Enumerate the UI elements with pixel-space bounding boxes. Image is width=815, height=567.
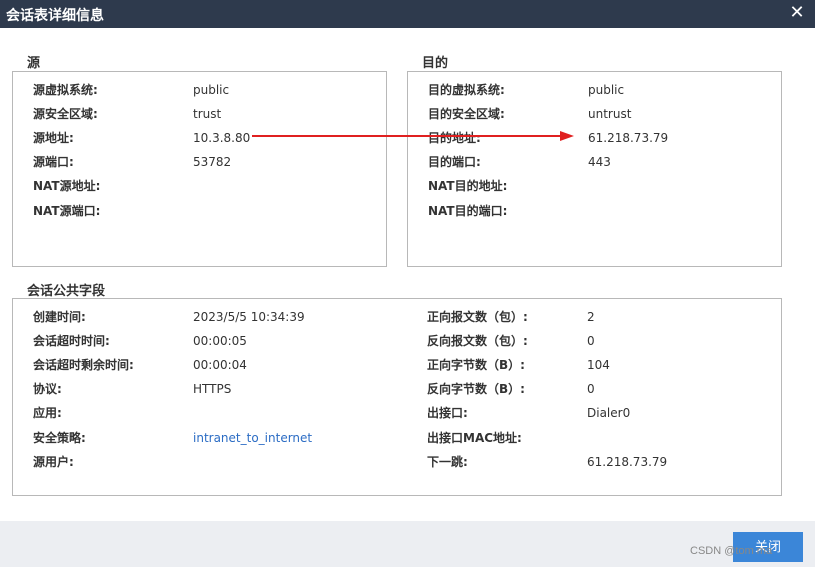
common-row-policy: 安全策略: intranet_to_internet xyxy=(33,428,413,448)
application-label: 应用: xyxy=(33,406,62,420)
common-box: 创建时间: 2023/5/5 10:34:39 会话超时时间: 00:00:05… xyxy=(12,298,782,496)
protocol-value: HTTPS xyxy=(193,382,232,396)
common-section-title: 会话公共字段 xyxy=(27,284,106,299)
timeout-label: 会话超时时间: xyxy=(33,334,110,348)
common-row-fwd-bytes: 正向字节数（B）: 104 xyxy=(427,355,767,375)
created-time-label: 创建时间: xyxy=(33,310,86,324)
reverse-packets-label: 反向报文数（包）: xyxy=(427,334,528,348)
next-hop-label: 下一跳: xyxy=(427,455,468,469)
reverse-bytes-value: 0 xyxy=(587,382,595,396)
security-policy-link[interactable]: intranet_to_internet xyxy=(193,428,312,448)
common-row-created: 创建时间: 2023/5/5 10:34:39 xyxy=(33,307,413,327)
watermark: CSDN @tom ma xyxy=(690,545,773,557)
common-row-rev-packets: 反向报文数（包）: 0 xyxy=(427,331,767,351)
timeout-remaining-value: 00:00:04 xyxy=(193,358,247,372)
common-row-next-hop: 下一跳: 61.218.73.79 xyxy=(427,452,767,472)
reverse-packets-value: 0 xyxy=(587,334,595,348)
protocol-label: 协议: xyxy=(33,382,62,396)
common-row-source-user: 源用户: xyxy=(33,452,413,472)
timeout-remaining-label: 会话超时剩余时间: xyxy=(33,358,134,372)
out-interface-mac-label: 出接口MAC地址: xyxy=(427,431,522,445)
common-row-application: 应用: xyxy=(33,403,413,423)
common-row-timeout: 会话超时时间: 00:00:05 xyxy=(33,331,413,351)
common-row-timeout-remaining: 会话超时剩余时间: 00:00:04 xyxy=(33,355,413,375)
forward-bytes-value: 104 xyxy=(587,358,610,372)
created-time-value: 2023/5/5 10:34:39 xyxy=(193,310,305,324)
common-row-rev-bytes: 反向字节数（B）: 0 xyxy=(427,379,767,399)
reverse-bytes-label: 反向字节数（B）: xyxy=(427,382,525,396)
forward-packets-value: 2 xyxy=(587,310,595,324)
common-row-fwd-packets: 正向报文数（包）: 2 xyxy=(427,307,767,327)
dialog-footer xyxy=(0,521,815,567)
timeout-value: 00:00:05 xyxy=(193,334,247,348)
out-interface-value: Dialer0 xyxy=(587,406,631,420)
common-row-out-mac: 出接口MAC地址: xyxy=(427,428,767,448)
out-interface-label: 出接口: xyxy=(427,406,468,420)
forward-bytes-label: 正向字节数（B）: xyxy=(427,358,525,372)
forward-packets-label: 正向报文数（包）: xyxy=(427,310,528,324)
common-row-out-interface: 出接口: Dialer0 xyxy=(427,403,767,423)
common-row-protocol: 协议: HTTPS xyxy=(33,379,413,399)
security-policy-label: 安全策略: xyxy=(33,431,86,445)
source-user-label: 源用户: xyxy=(33,455,74,469)
next-hop-value: 61.218.73.79 xyxy=(587,455,668,469)
